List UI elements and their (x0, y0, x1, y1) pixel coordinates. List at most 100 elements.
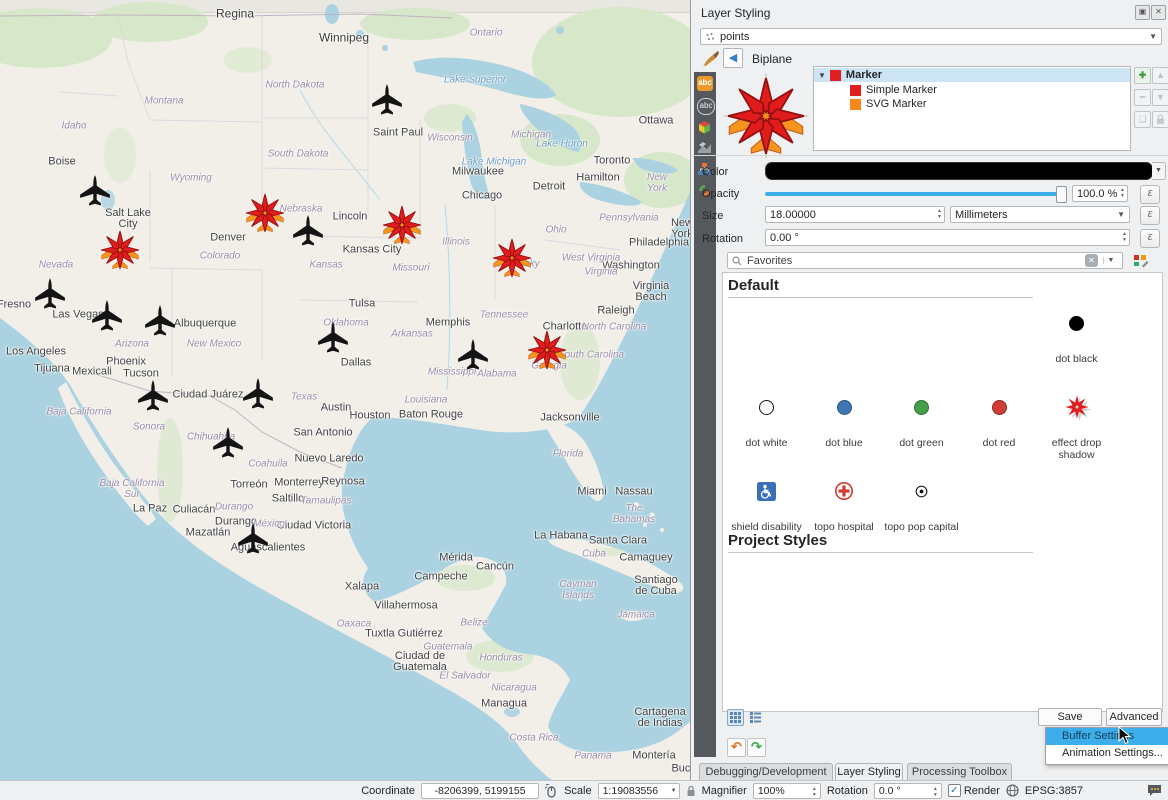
duplicate-button[interactable]: ❏ (1134, 111, 1151, 128)
magnifier-spinbox[interactable]: 100% ▲▼ (753, 783, 821, 799)
dock-tab-processing-toolbox[interactable]: Processing Toolbox (907, 763, 1012, 780)
icon-view-button[interactable] (727, 709, 744, 726)
map-base-art (0, 0, 690, 780)
map-canvas[interactable]: ReginaWinnipegSaint PaulOttawaTorontoHam… (0, 0, 691, 780)
style-item-label: dot green (883, 437, 960, 449)
masks-tab-icon[interactable]: abc (697, 98, 715, 115)
spin-arrows-icon[interactable]: ▲▼ (1122, 231, 1127, 243)
float-panel-icon[interactable]: ▣ (1135, 5, 1150, 20)
move-up-button[interactable]: ▲ (1152, 67, 1168, 84)
opacity-label: Opacity (702, 188, 739, 200)
rotation-status-label: Rotation (827, 785, 868, 797)
size-label: Size (702, 210, 723, 222)
magnifier-label: Magnifier (702, 785, 747, 797)
color-button[interactable] (765, 162, 1153, 180)
style-item-label: dot white (728, 437, 805, 449)
dock-tab-debugging-development-tools[interactable]: Debugging/Development Tools (699, 763, 833, 780)
advanced-label: Advanced (1110, 711, 1159, 723)
back-button[interactable]: ◀ (723, 48, 743, 68)
coordinate-input[interactable]: -8206399, 5199155 (421, 783, 539, 799)
diagrams-tab-icon[interactable] (697, 141, 713, 156)
menu-item-animation-settings[interactable]: Animation Settings... (1046, 745, 1168, 762)
magnifier-value: 100% (758, 785, 785, 797)
scale-combo[interactable]: 1:19083556 ▼ (598, 783, 680, 799)
tree-row-simple-marker[interactable]: Simple Marker (814, 83, 1166, 97)
layer-selector[interactable]: points ▼ (700, 28, 1162, 45)
rotation-status-spinbox[interactable]: 0.0 ° ▲▼ (874, 783, 942, 799)
spin-arrows-icon[interactable]: ▲▼ (937, 208, 942, 220)
svg-marker-swatch (850, 99, 861, 110)
tree-child-label: Simple Marker (866, 84, 937, 96)
qgis-window: ReginaWinnipegSaint PaulOttawaTorontoHam… (0, 0, 1168, 800)
color-dropdown-arrow[interactable]: ▼ (1152, 162, 1166, 180)
style-item-topo-pop-capital[interactable]: topo pop capital (883, 469, 960, 549)
opacity-spinbox[interactable]: 100.0 % ▲▼ (1072, 185, 1128, 202)
labels-tab-icon[interactable]: abc (697, 76, 713, 91)
scale-lock-icon[interactable] (686, 785, 696, 797)
spin-arrows-icon[interactable]: ▲▼ (1120, 187, 1125, 199)
style-item-dot-red[interactable]: dot red (961, 385, 1038, 465)
opacity-data-defined-icon[interactable]: ε (1140, 185, 1160, 204)
style-item-label: dot red (961, 437, 1038, 449)
redo-button[interactable]: ↷ (747, 738, 766, 757)
add-symbol-layer-button[interactable]: ✚ (1134, 67, 1151, 84)
size-data-defined-icon[interactable]: ε (1140, 206, 1160, 225)
3d-view-tab-icon[interactable] (697, 120, 713, 135)
menu-item-buffer-settings[interactable]: Buffer Settings (1046, 728, 1168, 745)
coordinate-label: Coordinate (361, 785, 415, 797)
rotation-spinbox[interactable]: 0.00 ° ▲▼ (765, 229, 1130, 246)
render-checkbox-group[interactable]: ✓ Render (948, 784, 1000, 797)
style-item-label: dot blue (806, 437, 883, 449)
dot-green-icon (914, 400, 929, 415)
chevron-down-icon: ▼ (1149, 32, 1157, 41)
mouse-cursor (1118, 726, 1132, 746)
style-item-label: topo pop capital (883, 521, 960, 533)
style-browser: Default dot black dot whitedot bluedot gr… (722, 272, 1163, 712)
style-item-effect-drop-shadow[interactable]: effect drop shadow (1038, 385, 1115, 465)
rotation-data-defined-icon[interactable]: ε (1140, 229, 1160, 248)
style-item-dot-blue[interactable]: dot blue (806, 385, 883, 465)
tree-row-marker[interactable]: ▼ Marker (814, 68, 1130, 82)
style-item-dot-white[interactable]: dot white (728, 385, 805, 465)
expand-arrow-icon[interactable]: ▼ (818, 71, 826, 80)
section-title-default: Default (728, 277, 779, 294)
scale-label: Scale (564, 785, 592, 797)
point-layer-icon (705, 32, 715, 42)
lock-color-button[interactable] (1152, 111, 1168, 128)
list-view-button[interactable] (747, 709, 764, 726)
size-spinbox[interactable]: 18.00000 ▲▼ (765, 206, 945, 223)
spin-arrows-icon[interactable]: ▲▼ (812, 786, 817, 798)
status-bar: Coordinate -8206399, 5199155 Scale 1:190… (0, 780, 1168, 800)
tree-row-svg-marker[interactable]: SVG Marker (814, 97, 1166, 111)
rotation-label: Rotation (702, 233, 743, 245)
advanced-button[interactable]: Advanced ▼ (1106, 708, 1162, 726)
messages-icon[interactable] (1147, 784, 1162, 797)
opacity-slider-track[interactable] (765, 192, 1061, 196)
remove-symbol-layer-button[interactable]: ━ (1134, 89, 1151, 106)
close-panel-icon[interactable]: ✕ (1151, 5, 1166, 20)
opacity-value: 100.0 % (1077, 188, 1117, 200)
clear-search-icon[interactable]: ✕ (1085, 254, 1098, 267)
effect-drop-shadow-icon (1060, 390, 1094, 424)
dot-white-icon (759, 400, 774, 415)
symbology-tab-icon[interactable] (701, 49, 721, 69)
style-item-dot-black[interactable]: dot black (1038, 301, 1115, 381)
size-value: 18.00000 (770, 209, 816, 221)
render-checkbox[interactable]: ✓ (948, 784, 961, 797)
search-filter-arrow-icon[interactable]: ▼ (1103, 257, 1118, 264)
spin-arrows-icon[interactable]: ▲▼ (933, 786, 938, 798)
opacity-slider-handle[interactable] (1056, 186, 1067, 203)
layer-selector-value: points (720, 31, 749, 43)
style-item-dot-green[interactable]: dot green (883, 385, 960, 465)
style-manager-button[interactable] (1131, 252, 1151, 269)
move-down-button[interactable]: ▼ (1152, 89, 1168, 106)
style-item-label: effect drop shadow (1038, 437, 1115, 461)
symbol-name: Biplane (752, 52, 792, 66)
undo-button[interactable]: ↶ (727, 738, 746, 757)
size-unit-combo[interactable]: Millimeters ▼ (950, 206, 1130, 223)
style-search-input[interactable]: Favorites ✕ ▼ (727, 252, 1123, 269)
save-symbol-button[interactable]: Save Symbol... (1038, 708, 1102, 726)
dock-tab-layer-styling[interactable]: Layer Styling (835, 763, 903, 781)
crs-globe-icon[interactable] (1006, 784, 1019, 797)
mouse-tracking-icon[interactable] (545, 784, 558, 798)
